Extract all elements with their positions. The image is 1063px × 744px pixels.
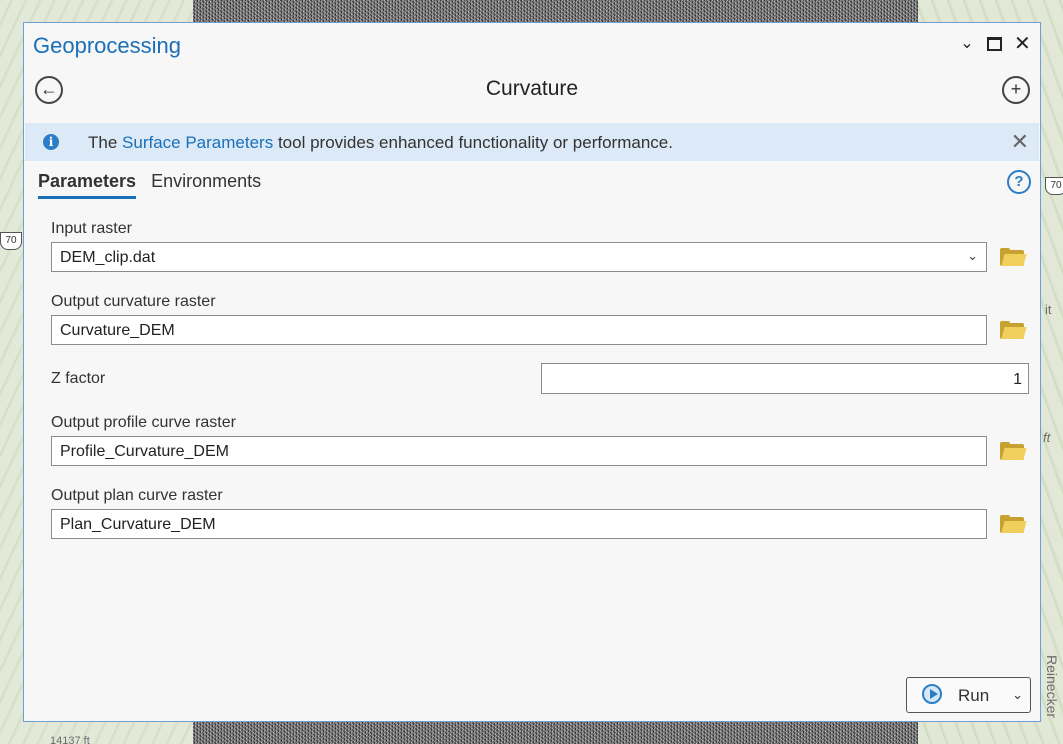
run-button[interactable]: Run ⌄ xyxy=(906,677,1031,713)
window-controls: ⌄ ✕ xyxy=(959,34,1031,54)
output-curvature-label: Output curvature raster xyxy=(51,293,216,310)
tab-environments[interactable]: Environments xyxy=(151,171,261,199)
output-profile-label: Output profile curve raster xyxy=(51,414,236,431)
pane-titlebar: Geoprocessing ⌄ ✕ xyxy=(24,23,1040,69)
banner-close-icon[interactable]: ✕ xyxy=(1011,129,1029,155)
help-icon[interactable]: ? xyxy=(1007,170,1031,194)
highway-shield-right: 70 xyxy=(1045,177,1063,195)
output-plan-label: Output plan curve raster xyxy=(51,487,223,504)
pane-title: Geoprocessing xyxy=(33,33,181,58)
browse-folder-icon[interactable] xyxy=(1000,442,1027,461)
input-raster-label: Input raster xyxy=(51,220,132,237)
output-profile-value: Profile_Curvature_DEM xyxy=(60,443,229,460)
input-raster-select[interactable]: DEM_clip.dat ⌄ xyxy=(51,242,987,272)
chevron-down-icon[interactable]: ⌄ xyxy=(967,248,978,264)
add-icon[interactable]: + xyxy=(1002,76,1030,104)
z-factor-field[interactable]: 1 xyxy=(541,363,1029,394)
elevation-label: 14137 ft xyxy=(50,735,90,744)
play-icon xyxy=(922,684,942,704)
output-curvature-field[interactable]: Curvature_DEM xyxy=(51,315,987,345)
chevron-down-icon[interactable]: ⌄ xyxy=(959,35,975,53)
highway-shield-left: 70 xyxy=(0,232,22,250)
run-label: Run xyxy=(958,686,990,705)
output-curvature-value: Curvature_DEM xyxy=(60,322,175,339)
map-text-right: it xyxy=(1045,302,1052,317)
surface-parameters-link[interactable]: Surface Parameters xyxy=(122,133,273,152)
input-raster-value: DEM_clip.dat xyxy=(60,249,156,266)
browse-folder-icon[interactable] xyxy=(1000,321,1027,340)
banner-message: The Surface Parameters tool provides enh… xyxy=(88,133,673,153)
close-icon[interactable]: ✕ xyxy=(1014,34,1031,54)
street-label: Reinecker xyxy=(1044,655,1060,719)
info-icon: i xyxy=(43,134,59,150)
map-text-ft: ft xyxy=(1043,430,1051,445)
browse-folder-icon[interactable] xyxy=(1000,515,1027,534)
info-banner: i The Surface Parameters tool provides e… xyxy=(25,123,1039,161)
geoprocessing-pane: Geoprocessing ⌄ ✕ ← Curvature + i The Su… xyxy=(23,22,1041,722)
tool-header: ← Curvature + xyxy=(24,69,1040,115)
z-factor-value: 1 xyxy=(1013,371,1022,388)
maximize-icon[interactable] xyxy=(987,37,1002,51)
z-factor-label: Z factor xyxy=(51,370,106,387)
tab-bar: Parameters Environments xyxy=(38,171,261,199)
output-plan-value: Plan_Curvature_DEM xyxy=(60,516,216,533)
output-profile-field[interactable]: Profile_Curvature_DEM xyxy=(51,436,987,466)
tool-title: Curvature xyxy=(485,77,579,100)
banner-suffix: tool provides enhanced functionality or … xyxy=(273,133,673,152)
output-plan-field[interactable]: Plan_Curvature_DEM xyxy=(51,509,987,539)
banner-prefix: The xyxy=(88,133,123,152)
browse-folder-icon[interactable] xyxy=(1000,248,1027,267)
tab-parameters[interactable]: Parameters xyxy=(38,171,137,199)
chevron-down-icon[interactable]: ⌄ xyxy=(1012,687,1023,703)
